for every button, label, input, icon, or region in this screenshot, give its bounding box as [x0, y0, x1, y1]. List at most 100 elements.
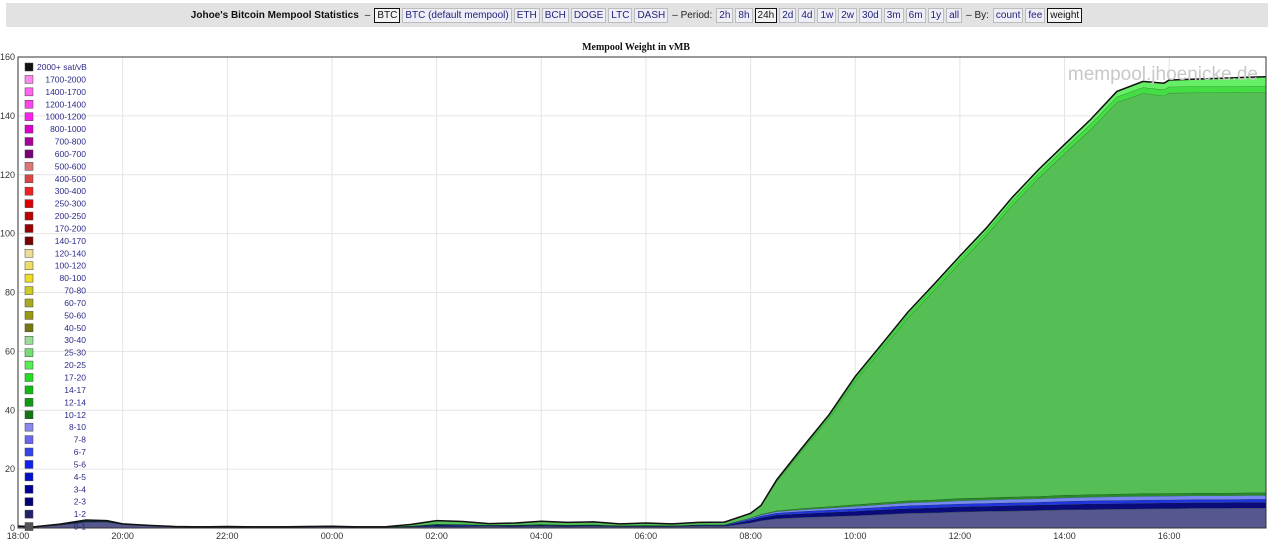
legend-swatch-250-300 [24, 199, 34, 208]
x-tick-label-0000: 00:00 [321, 531, 344, 541]
legend-swatch-120-140 [24, 249, 34, 258]
legend-label-200-250: 200-250 [55, 211, 86, 221]
y-tick-label-100: 100 [0, 229, 15, 239]
legend-swatch-140-170 [24, 236, 34, 246]
legend-label-80-100: 80-100 [60, 273, 87, 283]
legend-label-25-30: 25-30 [64, 348, 86, 358]
legend-label-120-140: 120-140 [55, 248, 86, 258]
legend-swatch-80-100 [24, 273, 34, 283]
legend-label-30-40: 30-40 [64, 335, 86, 345]
legend-label-1-2: 1-2 [74, 509, 87, 519]
mempool-weight-chart: Mempool Weight in vMB 020406080100120140… [0, 42, 1267, 541]
legend-label-1700-2000: 1700-2000 [45, 74, 86, 84]
x-tick-label-1600: 16:00 [1158, 531, 1181, 541]
chart-title: Mempool Weight in vMB [582, 42, 690, 53]
title-dash: – [364, 9, 371, 21]
legend-swatch-1200-1400 [24, 100, 34, 109]
x-tick-label-0200: 02:00 [425, 531, 448, 541]
period-4d-button[interactable]: 4d [798, 7, 816, 23]
legend-label-3-4: 3-4 [74, 484, 87, 494]
legend-label-700-800: 700-800 [55, 137, 86, 147]
legend-swatch-2-3 [24, 497, 34, 506]
coin-dash-button[interactable]: DASH [634, 7, 669, 23]
by-count-button[interactable]: count [992, 7, 1024, 23]
period-2h-button[interactable]: 2h [716, 7, 734, 23]
by-fee-button[interactable]: fee [1025, 7, 1046, 23]
legend-swatch-14-17 [24, 385, 34, 395]
legend-swatch-40-50 [24, 323, 34, 333]
legend-swatch-300-400 [24, 186, 34, 196]
legend-swatch-1000-1200 [24, 112, 34, 121]
period-30d-button[interactable]: 30d [859, 7, 882, 23]
legend-label-50-60: 50-60 [64, 310, 86, 320]
x-tick-label-0800: 08:00 [739, 531, 762, 541]
coin-bch-button[interactable]: BCH [541, 7, 569, 23]
legend-label-5-6: 5-6 [74, 459, 87, 469]
legend-label-600-700: 600-700 [55, 149, 86, 159]
legend-swatch-800-1000 [24, 124, 34, 134]
legend-label-100-120: 100-120 [55, 261, 86, 271]
legend-swatch-20-25 [24, 360, 34, 370]
legend-swatch-60-70 [24, 298, 34, 308]
legend-label-60-70: 60-70 [64, 298, 86, 308]
legend-label-14-17: 14-17 [64, 385, 86, 395]
legend-swatch-200-250 [24, 211, 34, 221]
metric-selector: count fee weight [992, 7, 1083, 23]
coin-doge-button[interactable]: DOGE [570, 7, 607, 23]
legend-swatch-100-120 [24, 261, 34, 270]
legend-label-0-1: 0-1 [74, 522, 87, 532]
legend-swatch-500-600 [24, 162, 34, 171]
legend-swatch-0-1 [24, 522, 34, 531]
legend-label-250-300: 250-300 [55, 199, 86, 209]
legend-swatch-3-4 [24, 485, 34, 494]
period-24h-button[interactable]: 24h [754, 7, 778, 23]
legend-label-800-1000: 800-1000 [50, 124, 86, 134]
stats-navbar: Johoe's Bitcoin Mempool Statistics – BTC… [6, 3, 1268, 27]
legend-label-140-170: 140-170 [55, 236, 86, 246]
legend-label-2-3: 2-3 [74, 497, 87, 507]
period-8h-button[interactable]: 8h [735, 7, 753, 23]
legend-label-1400-1700: 1400-1700 [45, 87, 86, 97]
legend-swatch-6-7 [24, 447, 34, 457]
legend-swatch-7-8 [24, 435, 34, 444]
x-tick-label-2000: 20:00 [111, 531, 134, 541]
legend-label-10-12: 10-12 [64, 410, 86, 420]
period-1y-button[interactable]: 1y [927, 7, 945, 23]
period-2w-button[interactable]: 2w [838, 7, 858, 23]
period-label: – Period: [672, 9, 713, 21]
legend-swatch-30-40 [24, 335, 34, 345]
legend-swatch-170-200 [24, 224, 34, 233]
legend-swatch-25-30 [24, 348, 34, 357]
legend-swatch-70-80 [24, 286, 34, 295]
period-selector: 2h 8h 24h 2d 4d 1w 2w 30d 3m 6m 1y all [715, 7, 963, 23]
period-1w-button[interactable]: 1w [817, 7, 837, 23]
legend-swatch-4-5 [24, 472, 34, 482]
legend-label-20-25: 20-25 [64, 360, 86, 370]
legend-label-17-20: 17-20 [64, 373, 86, 383]
coin-btc-default-mempool-button[interactable]: BTC (default mempool) [402, 7, 512, 23]
x-tick-label-0400: 04:00 [530, 531, 553, 541]
legend-swatch-17-20 [24, 373, 34, 382]
legend-swatch-12-14 [24, 398, 34, 407]
legend-label-12-14: 12-14 [64, 397, 86, 407]
legend-label-1000-1200: 1000-1200 [45, 112, 86, 122]
y-tick-label-140: 140 [0, 111, 15, 121]
x-tick-label-1400: 14:00 [1053, 531, 1076, 541]
y-tick-label-120: 120 [0, 170, 15, 180]
legend-swatch-50-60 [24, 311, 34, 320]
by-weight-button[interactable]: weight [1047, 7, 1083, 23]
legend-swatch-1-2 [24, 509, 34, 519]
legend-label-1200-1400: 1200-1400 [45, 99, 86, 109]
coin-btc-button[interactable]: BTC [374, 7, 401, 23]
period-all-button[interactable]: all [946, 7, 963, 23]
x-tick-label-1800: 18:00 [7, 531, 30, 541]
coin-ltc-button[interactable]: LTC [608, 7, 633, 23]
x-tick-label-1000: 10:00 [844, 531, 867, 541]
period-2d-button[interactable]: 2d [779, 7, 797, 23]
x-tick-label-0600: 06:00 [635, 531, 658, 541]
period-3m-button[interactable]: 3m [883, 7, 904, 23]
legend-label-6-7: 6-7 [74, 447, 87, 457]
period-6m-button[interactable]: 6m [905, 7, 926, 23]
coin-eth-button[interactable]: ETH [513, 7, 540, 23]
coin-selector: BTC BTC (default mempool) ETH BCH DOGE LTC DAS… [373, 7, 669, 23]
